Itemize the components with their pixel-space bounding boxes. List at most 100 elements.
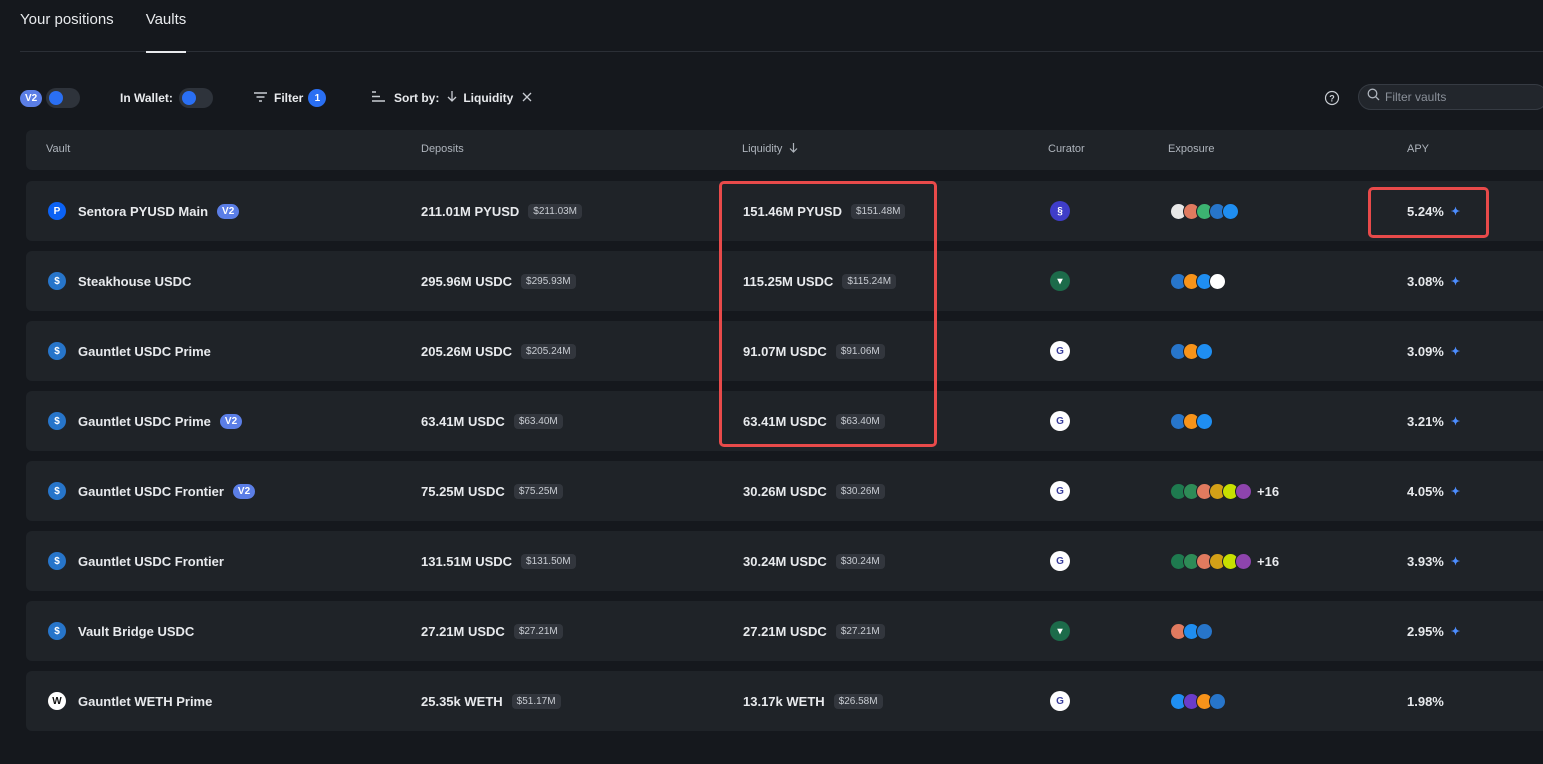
usdc-icon: $ xyxy=(48,272,66,290)
table-row[interactable]: $ Gauntlet USDC Prime V2 63.41M USDC $63… xyxy=(26,391,1543,451)
sparkle-icon[interactable]: ✦ xyxy=(1451,415,1460,428)
apy-value: 2.95% xyxy=(1407,623,1444,639)
deposits-amount: 75.25M USDC xyxy=(421,483,505,499)
exposure-asset-icon xyxy=(1209,692,1226,710)
column-liquidity[interactable]: Liquidity xyxy=(742,143,798,155)
in-wallet-toggle[interactable] xyxy=(178,88,213,108)
v2-badge: V2 xyxy=(219,413,243,429)
clear-sort-icon[interactable] xyxy=(522,91,532,105)
gauntlet-curator-icon[interactable]: G xyxy=(1050,481,1070,501)
deposits-cell: 131.51M USDC $131.50M xyxy=(421,531,576,591)
liquidity-amount: 91.07M USDC xyxy=(743,343,827,359)
table-row[interactable]: $ Gauntlet USDC Frontier 131.51M USDC $1… xyxy=(26,531,1543,591)
toolbar: V2 In Wallet: Filter 1 Sort by: Liquidit… xyxy=(20,84,1543,112)
table-row[interactable]: $ Gauntlet USDC Frontier V2 75.25M USDC … xyxy=(26,461,1543,521)
liquidity-amount: 151.46M PYUSD xyxy=(743,203,842,219)
sort-icon xyxy=(372,91,385,105)
apy-cell: 3.08% ✦ xyxy=(1407,251,1460,311)
gauntlet-curator-icon[interactable]: G xyxy=(1050,691,1070,711)
exposure-cell[interactable] xyxy=(1170,601,1213,661)
filter-button[interactable]: Filter 1 xyxy=(254,84,327,112)
column-curator[interactable]: Curator xyxy=(1048,143,1085,155)
liquidity-cell: 30.26M USDC $30.26M xyxy=(743,461,885,521)
deposits-cell: 25.35k WETH $51.17M xyxy=(421,671,561,731)
vault-cell: P Sentora PYUSD Main V2 xyxy=(48,181,240,241)
steakhouse-curator-icon[interactable]: ▾ xyxy=(1050,621,1070,641)
column-apy[interactable]: APY xyxy=(1407,143,1429,155)
v2-toggle-group[interactable]: V2 xyxy=(20,84,81,112)
vault-cell: $ Gauntlet USDC Prime V2 xyxy=(48,391,243,451)
deposits-amount: 211.01M PYUSD xyxy=(421,203,520,219)
exposure-cell[interactable]: +16 xyxy=(1170,531,1279,591)
sort-control[interactable]: Sort by: Liquidity xyxy=(372,84,532,112)
table-row[interactable]: P Sentora PYUSD Main V2 211.01M PYUSD $2… xyxy=(26,181,1543,241)
curator-cell: G xyxy=(1050,321,1070,381)
usdc-icon: $ xyxy=(48,552,66,570)
sparkle-icon[interactable]: ✦ xyxy=(1451,625,1460,638)
in-wallet-group[interactable]: In Wallet: xyxy=(120,84,213,112)
vault-cell: $ Steakhouse USDC xyxy=(48,251,191,311)
sparkle-icon[interactable]: ✦ xyxy=(1451,345,1460,358)
liquidity-amount: 115.25M USDC xyxy=(743,273,834,289)
v2-toggle[interactable] xyxy=(46,88,81,108)
gauntlet-curator-icon[interactable]: G xyxy=(1050,341,1070,361)
gauntlet-curator-icon[interactable]: G xyxy=(1050,551,1070,571)
curator-cell: G xyxy=(1050,461,1070,521)
search-input[interactable] xyxy=(1385,90,1535,104)
vault-name: Gauntlet USDC Frontier xyxy=(78,553,224,569)
sparkle-icon[interactable]: ✦ xyxy=(1451,205,1460,218)
curator-cell: ▾ xyxy=(1050,601,1070,661)
tab-vaults[interactable]: Vaults xyxy=(145,0,186,53)
filter-icon xyxy=(254,91,267,105)
vault-cell: $ Gauntlet USDC Frontier V2 xyxy=(48,461,256,521)
deposits-usd: $131.50M xyxy=(521,553,576,569)
table-row[interactable]: $ Vault Bridge USDC 27.21M USDC $27.21M … xyxy=(26,601,1543,661)
filter-count-badge: 1 xyxy=(308,89,327,107)
liquidity-cell: 30.24M USDC $30.24M xyxy=(743,531,885,591)
table-row[interactable]: $ Gauntlet USDC Prime 205.26M USDC $205.… xyxy=(26,321,1543,381)
column-deposits[interactable]: Deposits xyxy=(421,143,464,155)
exposure-asset-icon xyxy=(1222,202,1239,220)
tab-bar: Your positions Vaults xyxy=(20,0,1543,53)
exposure-cell[interactable] xyxy=(1170,181,1239,241)
v2-badge: V2 xyxy=(232,483,256,499)
apy-cell: 3.93% ✦ xyxy=(1407,531,1460,591)
gauntlet-curator-icon[interactable]: G xyxy=(1050,411,1070,431)
sparkle-icon[interactable]: ✦ xyxy=(1451,275,1460,288)
deposits-usd: $27.21M xyxy=(513,623,563,639)
tab-your-positions[interactable]: Your positions xyxy=(20,0,114,52)
steakhouse-curator-icon[interactable]: ▾ xyxy=(1050,271,1070,291)
liquidity-usd: $63.40M xyxy=(835,413,885,429)
sentora-curator-icon[interactable]: § xyxy=(1050,201,1070,221)
curator-cell: G xyxy=(1050,391,1070,451)
help-icon[interactable]: ? xyxy=(1324,84,1340,112)
exposure-cell[interactable]: +16 xyxy=(1170,461,1279,521)
usdc-icon: $ xyxy=(48,482,66,500)
exposure-asset-icon xyxy=(1196,342,1213,360)
liquidity-amount: 63.41M USDC xyxy=(743,413,827,429)
table-row[interactable]: W Gauntlet WETH Prime 25.35k WETH $51.17… xyxy=(26,671,1543,731)
table-row[interactable]: $ Steakhouse USDC 295.96M USDC $295.93M … xyxy=(26,251,1543,311)
column-exposure[interactable]: Exposure xyxy=(1168,143,1214,155)
exposure-cell[interactable] xyxy=(1170,391,1213,451)
curator-cell: G xyxy=(1050,531,1070,591)
search-box[interactable] xyxy=(1358,84,1543,110)
sparkle-icon[interactable]: ✦ xyxy=(1451,555,1460,568)
sparkle-icon[interactable]: ✦ xyxy=(1451,485,1460,498)
toggle-knob xyxy=(49,91,64,105)
deposits-amount: 27.21M USDC xyxy=(421,623,505,639)
liquidity-cell: 13.17k WETH $26.58M xyxy=(743,671,883,731)
column-vault[interactable]: Vault xyxy=(46,143,70,155)
apy-cell: 3.21% ✦ xyxy=(1407,391,1460,451)
v2-badge: V2 xyxy=(20,89,43,107)
exposure-cell[interactable] xyxy=(1170,321,1213,381)
apy-cell: 2.95% ✦ xyxy=(1407,601,1460,661)
deposits-amount: 295.96M USDC xyxy=(421,273,513,289)
exposure-cell[interactable] xyxy=(1170,251,1226,311)
apy-value: 1.98% xyxy=(1407,693,1444,709)
deposits-amount: 205.26M USDC xyxy=(421,343,513,359)
apy-value: 3.93% xyxy=(1407,553,1444,569)
filter-label: Filter xyxy=(274,91,304,105)
exposure-cell[interactable] xyxy=(1170,671,1226,731)
apy-value: 3.08% xyxy=(1407,273,1444,289)
